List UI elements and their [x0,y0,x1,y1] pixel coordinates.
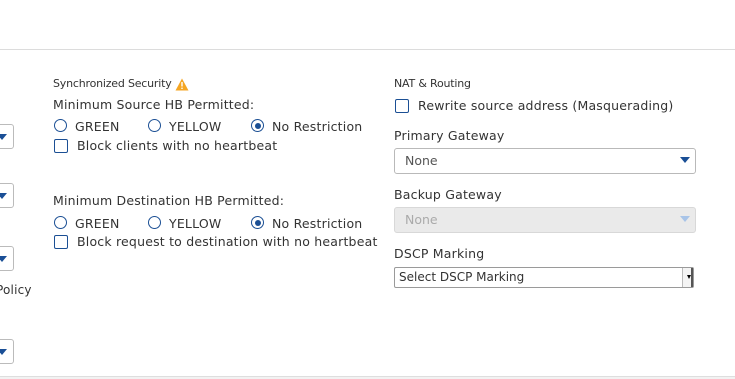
chevron-down-icon [0,193,7,199]
destination-no-restriction-label: No Restriction [272,216,363,231]
block-request-no-heartbeat-checkbox[interactable] [54,235,68,249]
warning-icon [175,78,189,91]
chevron-down-icon [680,216,690,222]
source-no-restriction-radio[interactable] [251,119,264,132]
block-request-no-heartbeat-label: Block request to destination with no hea… [77,234,378,249]
source-green-radio[interactable] [54,119,67,132]
policy-settings-panel: Policy Synchronized Security Minimum Sou… [0,50,735,377]
destination-yellow-label: YELLOW [169,216,222,231]
destination-green-label: GREEN [75,216,120,231]
chevron-down-icon [0,256,7,262]
left-dropdown-3[interactable] [0,246,14,271]
chevron-down-icon [0,349,7,355]
min-destination-hb-label: Minimum Destination HB Permitted: [53,193,285,208]
destination-green-radio[interactable] [54,216,67,229]
primary-gateway-select[interactable]: None [394,148,696,174]
block-clients-no-heartbeat-checkbox[interactable] [54,139,68,153]
left-dropdown-4[interactable] [0,339,14,364]
backup-gateway-value: None [405,212,438,227]
primary-gateway-label: Primary Gateway [394,128,505,143]
masquerading-label: Rewrite source address (Masquerading) [418,98,674,113]
chevron-down-icon [687,275,691,279]
nat-routing-title: NAT & Routing [394,77,471,90]
left-dropdown-1[interactable] [0,124,14,149]
block-clients-no-heartbeat-label: Block clients with no heartbeat [77,138,278,153]
dscp-marking-value: Select DSCP Marking [399,270,525,284]
destination-no-restriction-radio[interactable] [251,216,264,229]
left-policy-label: Policy [0,283,32,297]
source-green-label: GREEN [75,119,120,134]
backup-gateway-label: Backup Gateway [394,187,502,202]
destination-yellow-radio[interactable] [148,216,161,229]
dscp-marking-label: DSCP Marking [394,246,485,261]
primary-gateway-value: None [405,153,438,168]
chevron-down-icon [0,134,7,140]
source-yellow-radio[interactable] [148,119,161,132]
backup-gateway-select[interactable]: None [394,207,696,233]
synchronized-security-title: Synchronized Security [53,77,172,90]
masquerading-checkbox[interactable] [395,99,409,113]
source-no-restriction-label: No Restriction [272,119,363,134]
left-dropdown-2[interactable] [0,183,14,208]
dscp-marking-select[interactable]: Select DSCP Marking [394,267,694,288]
min-source-hb-label: Minimum Source HB Permitted: [53,97,255,112]
source-yellow-label: YELLOW [169,119,222,134]
top-bar [0,0,735,50]
chevron-down-icon [680,157,690,163]
